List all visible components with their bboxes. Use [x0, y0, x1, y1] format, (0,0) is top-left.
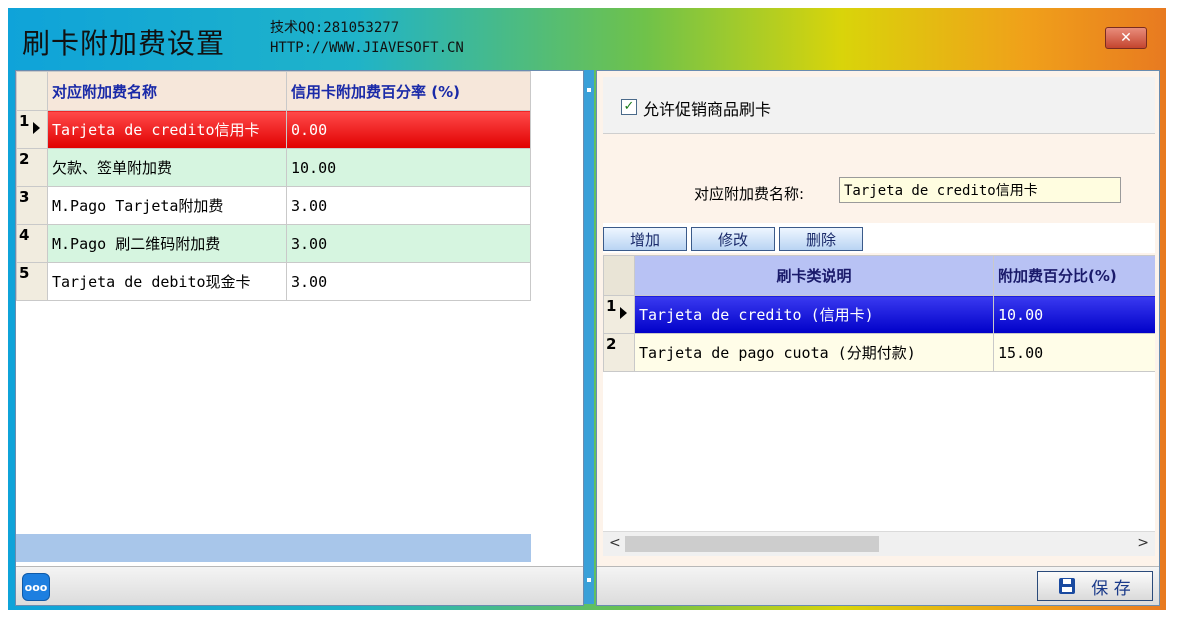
main-window: 刷卡附加费设置 技术QQ:281053277 HTTP://WWW.JIAVES…: [8, 8, 1166, 610]
card-type-grid-container: 刷卡类说明 附加费百分比(%) 1 Tarjeta de credito (信用…: [603, 255, 1155, 535]
cell-name[interactable]: M.Pago 刷二维码附加费: [47, 224, 287, 263]
close-icon: ✕: [1120, 30, 1132, 46]
row-indicator-header: [16, 71, 48, 111]
surcharge-grid: 对应附加费名称 信用卡附加费百分率 (%) 1 Tarjeta de credi…: [16, 71, 531, 301]
edit-button[interactable]: 修改: [691, 227, 775, 251]
cell-desc[interactable]: Tarjeta de credito (信用卡): [634, 295, 994, 334]
save-label: 保 存: [1091, 578, 1131, 599]
row-indicator: 2: [603, 333, 635, 372]
right-status-bar: 保 存: [597, 566, 1159, 605]
delete-button[interactable]: 删除: [779, 227, 863, 251]
col-header-desc[interactable]: 刷卡类说明: [634, 255, 994, 296]
scroll-right-icon[interactable]: >: [1137, 535, 1149, 551]
grid-header-row: 刷卡类说明 附加费百分比(%): [603, 255, 1155, 296]
table-row[interactable]: 3 M.Pago Tarjeta附加费 3.00: [16, 186, 531, 225]
table-row[interactable]: 2 Tarjeta de pago cuota (分期付款) 15.00: [603, 333, 1155, 372]
table-row[interactable]: 1 Tarjeta de credito信用卡 0.00: [16, 110, 531, 149]
row-indicator: 2: [16, 148, 48, 187]
grid-footer-strip: [16, 534, 531, 562]
row-indicator: 4: [16, 224, 48, 263]
right-panel: ✓ 允许促销商品刷卡 对应附加费名称: Tarjeta de credito信用…: [596, 70, 1160, 606]
scroll-thumb[interactable]: [625, 536, 879, 552]
cell-name[interactable]: 欠款、签单附加费: [47, 148, 287, 187]
row-indicator: 1: [603, 295, 635, 334]
row-indicator: 1: [16, 110, 48, 149]
table-row[interactable]: 5 Tarjeta de debito现金卡 3.00: [16, 262, 531, 301]
grid-header-row: 对应附加费名称 信用卡附加费百分率 (%): [16, 71, 531, 111]
table-row[interactable]: 2 欠款、签单附加费 10.00: [16, 148, 531, 187]
cell-pct[interactable]: 15.00: [993, 333, 1155, 372]
tech-info: 技术QQ:281053277 HTTP://WWW.JIAVESOFT.CN: [270, 18, 464, 58]
cell-pct[interactable]: 3.00: [286, 224, 531, 263]
row-indicator: 5: [16, 262, 48, 301]
horizontal-scrollbar[interactable]: < >: [603, 531, 1155, 556]
floppy-disk-icon: [1059, 578, 1076, 594]
cell-pct[interactable]: 10.00: [286, 148, 531, 187]
layout-icon[interactable]: ooo: [22, 573, 50, 601]
close-button[interactable]: ✕: [1105, 27, 1147, 49]
save-button[interactable]: 保 存: [1037, 571, 1153, 601]
surcharge-name-label: 对应附加费名称:: [694, 185, 805, 203]
table-row[interactable]: 1 Tarjeta de credito (信用卡) 10.00: [603, 295, 1155, 334]
allow-promo-checkbox[interactable]: ✓: [621, 99, 637, 115]
row-indicator: 3: [16, 186, 48, 225]
allow-promo-label[interactable]: 允许促销商品刷卡: [643, 96, 771, 120]
cell-pct[interactable]: 3.00: [286, 186, 531, 225]
table-row[interactable]: 4 M.Pago 刷二维码附加费 3.00: [16, 224, 531, 263]
cell-pct[interactable]: 0.00: [286, 110, 531, 149]
cell-name[interactable]: M.Pago Tarjeta附加费: [47, 186, 287, 225]
tech-url: HTTP://WWW.JIAVESOFT.CN: [270, 40, 464, 56]
add-button[interactable]: 增加: [603, 227, 687, 251]
tech-qq: 技术QQ:281053277: [270, 20, 400, 36]
cell-name[interactable]: Tarjeta de debito现金卡: [47, 262, 287, 301]
left-status-bar: ooo: [16, 566, 583, 605]
scroll-left-icon[interactable]: <: [609, 535, 621, 551]
cell-pct[interactable]: 3.00: [286, 262, 531, 301]
row-indicator-header: [603, 255, 635, 296]
card-type-grid: 刷卡类说明 附加费百分比(%) 1 Tarjeta de credito (信用…: [603, 255, 1155, 372]
current-row-arrow-icon: [620, 307, 627, 319]
current-row-arrow-icon: [33, 122, 40, 134]
cell-pct[interactable]: 10.00: [993, 295, 1155, 334]
surcharge-name-field[interactable]: Tarjeta de credito信用卡: [839, 177, 1121, 203]
col-header-pct[interactable]: 附加费百分比(%): [993, 255, 1155, 296]
col-header-pct[interactable]: 信用卡附加费百分率 (%): [286, 71, 531, 111]
cell-name[interactable]: Tarjeta de credito信用卡: [47, 110, 287, 149]
left-panel: 对应附加费名称 信用卡附加费百分率 (%) 1 Tarjeta de credi…: [15, 70, 584, 606]
col-header-name[interactable]: 对应附加费名称: [47, 71, 287, 111]
panel-splitter[interactable]: [584, 70, 594, 604]
grid-toolbar: 增加 修改 删除: [603, 223, 1155, 253]
cell-desc[interactable]: Tarjeta de pago cuota (分期付款): [634, 333, 994, 372]
options-box: ✓ 允许促销商品刷卡: [603, 77, 1155, 134]
window-title: 刷卡附加费设置: [22, 27, 226, 60]
